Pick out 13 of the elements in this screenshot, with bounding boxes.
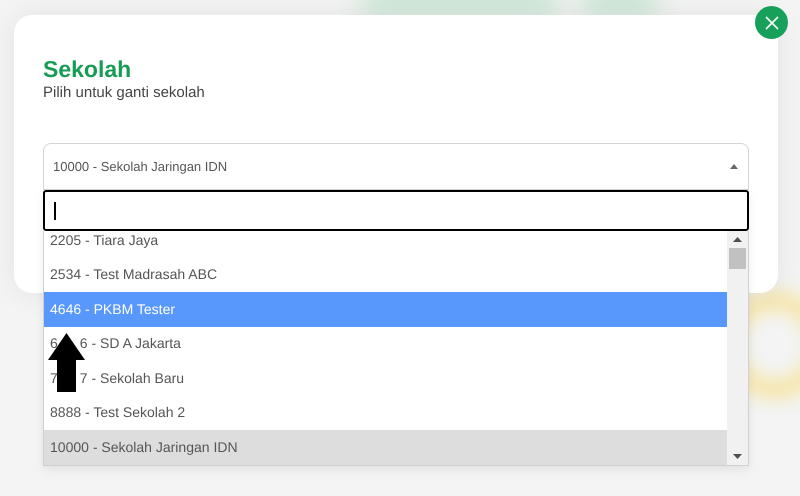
school-select[interactable]: 10000 - Sekolah Jaringan IDN <box>43 143 749 190</box>
close-button[interactable] <box>755 6 788 39</box>
close-icon <box>764 16 778 30</box>
scroll-down-icon[interactable] <box>733 454 742 459</box>
scroll-up-icon[interactable] <box>733 237 742 242</box>
dialog-subtitle: Pilih untuk ganti sekolah <box>43 83 206 103</box>
school-option[interactable]: 10000 - Sekolah Jaringan IDN <box>44 430 727 464</box>
scrollbar[interactable] <box>727 231 748 465</box>
up-arrow-icon <box>48 333 85 392</box>
search-field[interactable] <box>43 190 749 231</box>
caret-icon <box>730 164 738 169</box>
dialog-title: Sekolah <box>43 55 132 83</box>
scrollbar-thumb[interactable] <box>729 248 746 269</box>
